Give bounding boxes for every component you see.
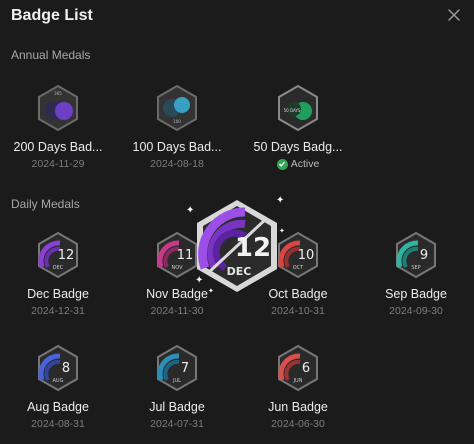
badge-date: 2024-10-31 [271, 305, 325, 317]
badge-dec[interactable]: 12 DEC Dec Badge 2024-12-31 [8, 231, 108, 317]
badge-date: 2024-07-31 [150, 418, 204, 430]
badge-name: 200 Days Bad... [13, 140, 103, 154]
badge-date: 2024-12-31 [31, 305, 85, 317]
dialog-title: Badge List [11, 7, 93, 24]
medal-100-days-icon: 100 [157, 84, 197, 132]
badge-200-days[interactable]: 365 200 Days Bad... 2024-11-29 [8, 84, 108, 170]
svg-text:DEC: DEC [53, 265, 64, 271]
badge-name: Dec Badge [27, 287, 89, 301]
medal-aug-icon: 8 AUG [38, 344, 78, 392]
badge-date: 2024-06-30 [271, 418, 325, 430]
sparkle-icon: ✦ [208, 288, 214, 295]
badge-date: 2024-09-30 [389, 305, 443, 317]
svg-text:10: 10 [298, 248, 315, 263]
svg-text:12: 12 [58, 248, 75, 263]
medal-jun-icon: 6 JUN [278, 344, 318, 392]
annual-medals-label: Annual Medals [11, 48, 91, 62]
badge-date: 2024-11-29 [31, 158, 85, 170]
badge-name: 100 Days Bad... [132, 140, 222, 154]
svg-text:JUN: JUN [293, 378, 303, 384]
svg-text:6: 6 [302, 361, 310, 376]
badge-name: Jul Badge [149, 400, 205, 414]
svg-text:NOV: NOV [171, 265, 183, 271]
badge-100-days[interactable]: 100 100 Days Bad... 2024-08-18 [127, 84, 227, 170]
svg-text:365: 365 [54, 91, 62, 96]
badge-sep[interactable]: 9 SEP Sep Badge 2024-09-30 [366, 231, 466, 317]
svg-text:12: 12 [235, 233, 271, 263]
badge-date: 2024-08-31 [31, 418, 85, 430]
badge-name: 50 Days Badg... [253, 140, 343, 154]
svg-text:JUL: JUL [172, 378, 181, 384]
svg-text:8: 8 [62, 361, 70, 376]
svg-text:SEP: SEP [411, 265, 420, 271]
badge-name: Sep Badge [385, 287, 447, 301]
medal-200-days-icon: 365 [38, 84, 78, 132]
header: Badge List [0, 0, 474, 34]
status-text: Active [290, 158, 320, 170]
check-icon [276, 158, 288, 170]
svg-text:50 DAYS: 50 DAYS [284, 108, 301, 113]
badge-date: 2024-08-18 [150, 158, 204, 170]
svg-text:DEC: DEC [227, 265, 252, 278]
active-status: Active [248, 158, 348, 170]
svg-text:9: 9 [420, 248, 428, 263]
badge-50-days[interactable]: 50 DAYS 50 Days Badg... Active [248, 84, 348, 170]
medal-dec-icon: 12 DEC [38, 231, 78, 279]
svg-text:7: 7 [181, 361, 189, 376]
badge-jul[interactable]: 7 JUL Jul Badge 2024-07-31 [127, 344, 227, 430]
daily-medals-label: Daily Medals [11, 197, 80, 211]
badge-jun[interactable]: 6 JUN Jun Badge 2024-06-30 [248, 344, 348, 430]
medal-sep-icon: 9 SEP [396, 231, 436, 279]
badge-name: Jun Badge [268, 400, 328, 414]
svg-text:OCT: OCT [293, 265, 304, 271]
badge-aug[interactable]: 8 AUG Aug Badge 2024-08-31 [8, 344, 108, 430]
sparkle-icon: ✦ [279, 228, 285, 235]
badge-name: Aug Badge [27, 400, 89, 414]
svg-text:100: 100 [173, 119, 181, 124]
close-icon[interactable] [446, 7, 462, 23]
sparkle-icon: ✦ [186, 205, 195, 216]
svg-text:AUG: AUG [53, 378, 64, 384]
sparkle-icon: ✦ [276, 195, 285, 206]
sparkle-icon: ✦ [195, 275, 204, 286]
medal-50-days-icon: 50 DAYS [278, 84, 318, 132]
medal-jul-icon: 7 JUL [157, 344, 197, 392]
badge-date: 2024-11-30 [150, 305, 204, 317]
